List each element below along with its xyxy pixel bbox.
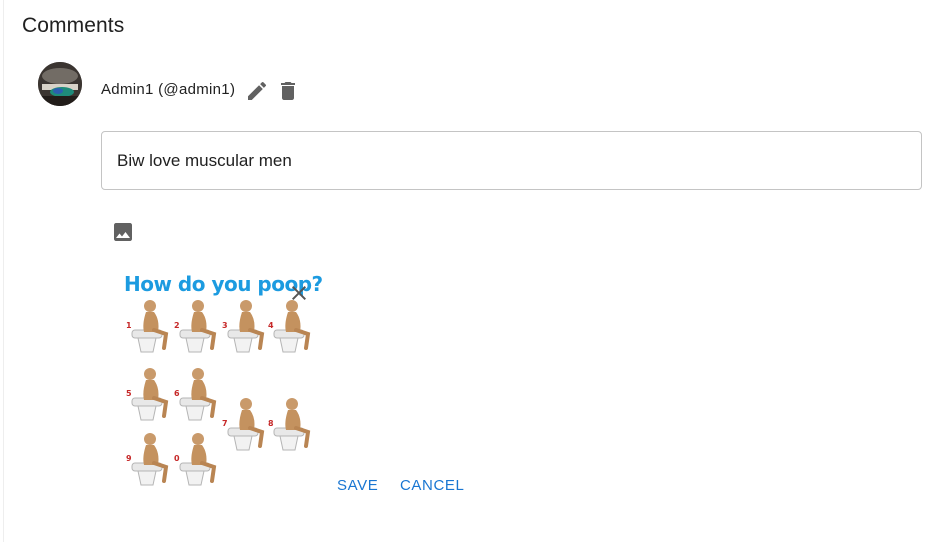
figure-1	[131, 300, 169, 353]
pencil-icon[interactable]	[245, 79, 269, 103]
figure-number: 9	[126, 454, 132, 463]
comment-edit-field[interactable]	[101, 131, 922, 190]
figure-number: 1	[126, 321, 132, 330]
figure-4	[273, 300, 311, 353]
avatar-image	[38, 62, 82, 106]
comments-page: Comments Admin1 (@admin1) How do you poo…	[0, 0, 949, 542]
trash-icon[interactable]	[276, 79, 300, 103]
comment-input[interactable]	[117, 132, 907, 189]
close-icon[interactable]	[287, 281, 311, 305]
figure-3	[227, 300, 265, 353]
attachment-illustration: 1 2 3 4 5 6 7 8 9 0	[126, 300, 311, 486]
section-title: Comments	[22, 14, 125, 37]
figure-number: 7	[222, 419, 228, 428]
avatar	[38, 62, 82, 106]
divider	[3, 0, 4, 542]
figure-2	[179, 300, 217, 353]
figure-number: 2	[174, 321, 180, 330]
image-icon[interactable]	[111, 220, 135, 244]
figure-7	[227, 398, 265, 451]
figure-5	[131, 368, 169, 421]
figure-number: 0	[174, 454, 180, 463]
figure-number: 4	[268, 321, 274, 330]
cancel-button[interactable]: CANCEL	[400, 477, 464, 494]
figure-number: 8	[268, 419, 274, 428]
figure-10	[179, 433, 217, 486]
comment-author: Admin1 (@admin1)	[101, 81, 236, 98]
save-button[interactable]: SAVE	[337, 477, 378, 494]
attached-image-preview: How do you poop? 1234567890	[120, 270, 323, 491]
figure-number: 5	[126, 389, 132, 398]
figure-number: 6	[174, 389, 180, 398]
figure-8	[273, 398, 311, 451]
figure-6	[179, 368, 217, 421]
figure-9	[131, 433, 169, 486]
figure-number: 3	[222, 321, 228, 330]
